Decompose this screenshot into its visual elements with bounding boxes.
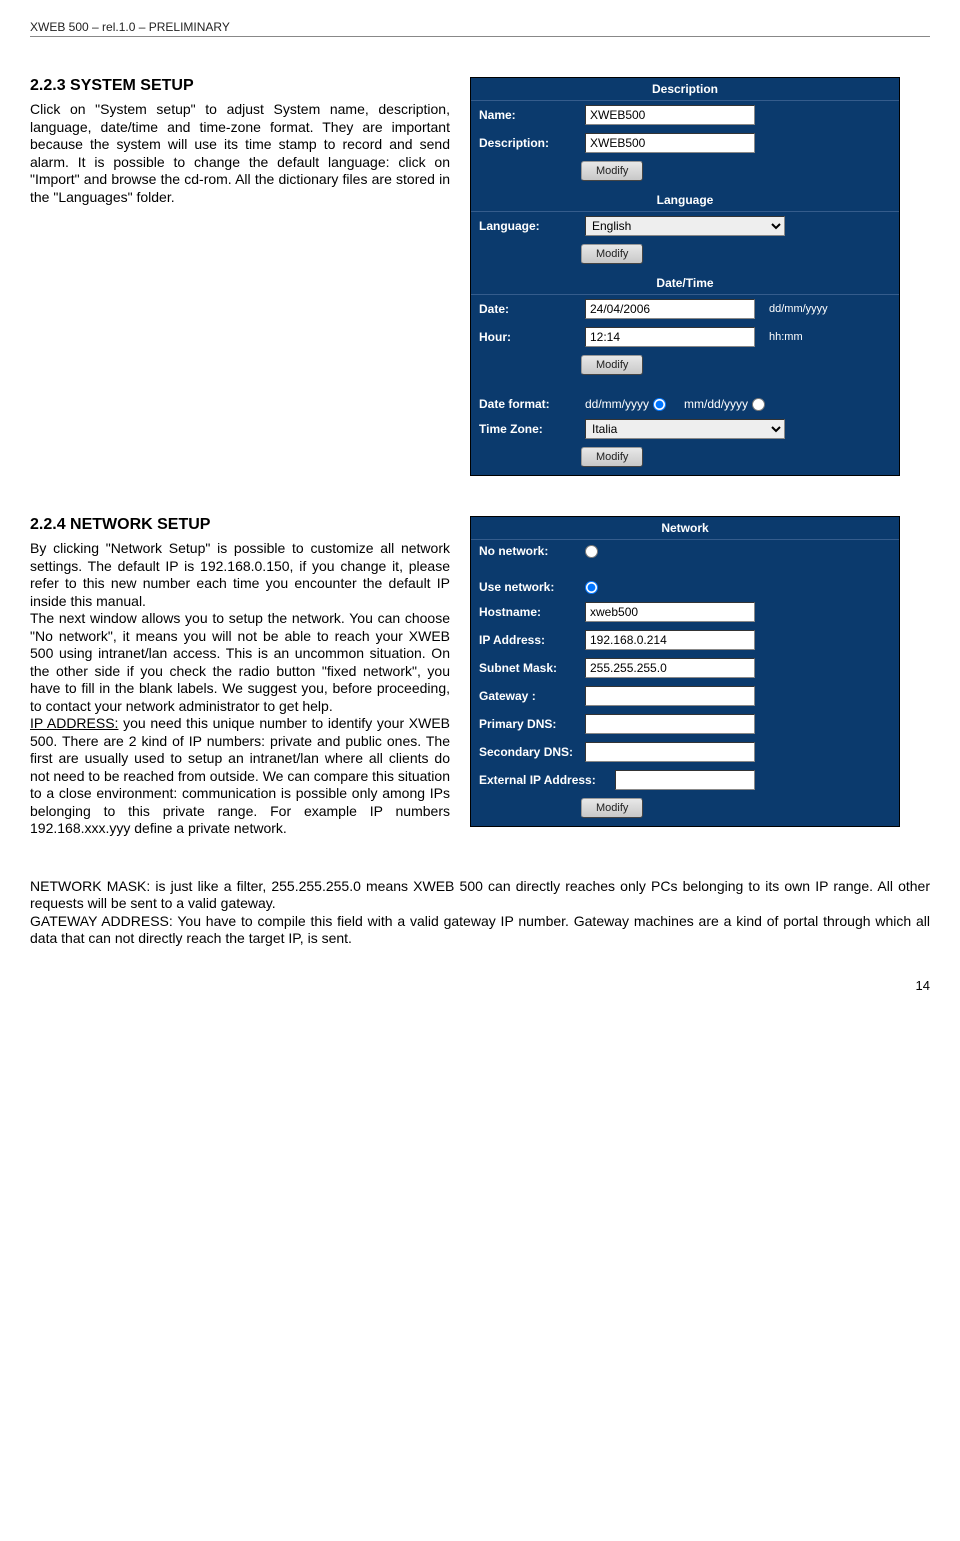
name-input[interactable] [585, 105, 755, 125]
ip-input[interactable] [585, 630, 755, 650]
dateformat-label: Date format: [479, 397, 579, 411]
gateway-input[interactable] [585, 686, 755, 706]
gateway-address-label: GATEWAY ADDRESS: [30, 913, 173, 929]
hostname-input[interactable] [585, 602, 755, 622]
system-setup-body: Click on "System setup" to adjust System… [30, 101, 450, 206]
network-setup-title: 2.2.4 NETWORK SETUP [30, 516, 450, 534]
ddmm-option-label: dd/mm/yyyy [585, 397, 649, 411]
description-header: Description [471, 78, 899, 101]
network-setup-body: By clicking "Network Setup" is possible … [30, 540, 450, 838]
section-system-setup: 2.2.3 SYSTEM SETUP Click on "System setu… [30, 77, 930, 476]
hostname-label: Hostname: [479, 605, 579, 619]
document-header: XWEB 500 – rel.1.0 – PRELIMINARY [30, 20, 930, 37]
network-mask-label: NETWORK MASK: [30, 878, 150, 894]
subnet-label: Subnet Mask: [479, 661, 579, 675]
subnet-input[interactable] [585, 658, 755, 678]
modify-language-button[interactable]: Modify [581, 244, 643, 264]
system-setup-panel: Description Name: Description: Modify La… [470, 77, 900, 476]
datetime-header: Date/Time [471, 272, 899, 295]
network-header: Network [471, 517, 899, 540]
hour-hint: hh:mm [769, 331, 803, 343]
no-network-label: No network: [479, 544, 579, 558]
page-number: 14 [30, 978, 930, 993]
use-network-label: Use network: [479, 580, 579, 594]
mmdd-radio[interactable] [752, 398, 765, 411]
network-panel: Network No network: Use network: Hostnam… [470, 516, 900, 827]
primary-dns-label: Primary DNS: [479, 717, 579, 731]
ip-address-label: IP ADDRESS: [30, 715, 118, 731]
external-ip-input[interactable] [615, 770, 755, 790]
modify-timezone-button[interactable]: Modify [581, 447, 643, 467]
primary-dns-input[interactable] [585, 714, 755, 734]
secondary-dns-input[interactable] [585, 742, 755, 762]
section-network-setup: 2.2.4 NETWORK SETUP By clicking "Network… [30, 516, 930, 838]
language-header: Language [471, 189, 899, 212]
modify-datetime-button[interactable]: Modify [581, 355, 643, 375]
date-hint: dd/mm/yyyy [769, 303, 828, 315]
name-label: Name: [479, 108, 579, 122]
ip-label: IP Address: [479, 633, 579, 647]
hour-label: Hour: [479, 330, 579, 344]
date-label: Date: [479, 302, 579, 316]
language-select[interactable]: English [585, 216, 785, 236]
gateway-label: Gateway : [479, 689, 579, 703]
timezone-label: Time Zone: [479, 422, 579, 436]
ddmm-radio[interactable] [653, 398, 666, 411]
external-ip-label: External IP Address: [479, 773, 609, 787]
use-network-radio[interactable] [585, 581, 598, 594]
mmdd-option-label: mm/dd/yyyy [684, 397, 748, 411]
system-setup-title: 2.2.3 SYSTEM SETUP [30, 77, 450, 95]
modify-network-button[interactable]: Modify [581, 798, 643, 818]
description-label: Description: [479, 136, 579, 150]
secondary-dns-label: Secondary DNS: [479, 745, 579, 759]
timezone-select[interactable]: Italia [585, 419, 785, 439]
no-network-radio[interactable] [585, 545, 598, 558]
date-input[interactable] [585, 299, 755, 319]
bottom-paragraphs: NETWORK MASK: is just like a filter, 255… [30, 878, 930, 948]
description-input[interactable] [585, 133, 755, 153]
language-label: Language: [479, 219, 579, 233]
modify-description-button[interactable]: Modify [581, 161, 643, 181]
hour-input[interactable] [585, 327, 755, 347]
